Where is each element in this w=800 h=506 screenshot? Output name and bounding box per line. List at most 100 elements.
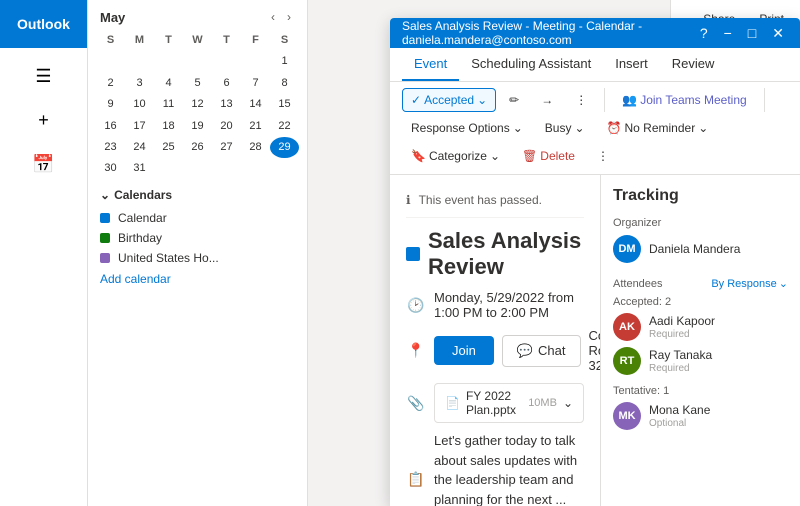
chat-label: Chat bbox=[538, 343, 565, 358]
mini-cal-day-8[interactable]: 8 bbox=[270, 73, 299, 94]
mini-calendar-header-row: S M T W T F S bbox=[96, 30, 299, 51]
chat-button[interactable]: 💬 Chat bbox=[502, 335, 581, 367]
ribbon-divider-2 bbox=[764, 88, 765, 112]
clock-icon: 🕑 bbox=[406, 297, 426, 314]
by-response-btn[interactable]: By Response ⌄ bbox=[711, 277, 788, 290]
mini-cal-day-11[interactable]: 11 bbox=[154, 94, 183, 115]
mini-cal-day-3[interactable]: 3 bbox=[125, 73, 154, 94]
popup-minimize-button[interactable]: − bbox=[720, 23, 736, 43]
mini-cal-day-2[interactable]: 2 bbox=[96, 73, 125, 94]
mini-cal-header-s2: S bbox=[270, 30, 299, 51]
attendee-info-aadi: Aadi Kapoor Required bbox=[649, 314, 715, 339]
mini-cal-day-29[interactable]: 29 bbox=[270, 137, 299, 158]
event-color-indicator bbox=[406, 247, 420, 261]
calendar-item-birthday[interactable]: Birthday bbox=[100, 228, 295, 248]
mini-cal-day-1[interactable]: 1 bbox=[270, 51, 299, 72]
accepted-button[interactable]: ✓ Accepted ⌄ bbox=[402, 88, 496, 112]
mini-calendar-month: May bbox=[100, 10, 125, 25]
attendee-info-ray: Ray Tanaka Required bbox=[649, 348, 712, 373]
chevron-down-icon: ⌄ bbox=[100, 188, 110, 202]
attendee-name-aadi: Aadi Kapoor bbox=[649, 314, 715, 328]
mini-cal-day-30[interactable]: 30 bbox=[96, 158, 125, 179]
attachment-chip[interactable]: 📄 FY 2022 Plan.pptx 10MB ⌄ bbox=[434, 383, 584, 423]
sidebar-nav-calendar[interactable]: 📅 bbox=[12, 144, 76, 184]
mini-calendar-week5: 23 24 25 26 27 28 29 bbox=[96, 137, 299, 158]
tab-review[interactable]: Review bbox=[660, 48, 727, 81]
calendar-item-us-holidays[interactable]: United States Ho... bbox=[100, 248, 295, 268]
mini-cal-day-31[interactable]: 31 bbox=[125, 158, 154, 179]
mini-cal-day-27[interactable]: 27 bbox=[212, 137, 241, 158]
mini-calendar-week2: 2 3 4 5 6 7 8 bbox=[96, 73, 299, 94]
mini-cal-day-4[interactable]: 4 bbox=[154, 73, 183, 94]
tentative-group-title: Tentative: 1 bbox=[613, 385, 788, 397]
attendee-name-mona: Mona Kane bbox=[649, 403, 710, 417]
edit-button[interactable]: ✏ bbox=[500, 88, 528, 112]
join-teams-button[interactable]: 👥 Join Teams Meeting bbox=[613, 88, 755, 112]
more-ribbon-button[interactable]: ⋮ bbox=[588, 144, 618, 168]
attendee-type-ray: Required bbox=[649, 363, 712, 374]
mini-cal-day-17[interactable]: 17 bbox=[125, 116, 154, 137]
tab-scheduling-assistant[interactable]: Scheduling Assistant bbox=[459, 48, 603, 81]
event-title: Sales Analysis Review bbox=[406, 228, 584, 280]
mini-cal-day-24[interactable]: 24 bbox=[125, 137, 154, 158]
event-passed-text: This event has passed. bbox=[419, 193, 542, 207]
categorize-label: Categorize bbox=[429, 149, 487, 163]
mini-cal-day-18[interactable]: 18 bbox=[154, 116, 183, 137]
tab-insert[interactable]: Insert bbox=[603, 48, 660, 81]
cat-dropdown-icon: ⌄ bbox=[490, 149, 500, 163]
mini-cal-day-15[interactable]: 15 bbox=[270, 94, 299, 115]
mini-cal-day-14[interactable]: 14 bbox=[241, 94, 270, 115]
mini-calendar-prev[interactable]: ‹ bbox=[267, 8, 279, 26]
categorize-button[interactable]: 🔖 Categorize ⌄ bbox=[402, 144, 509, 168]
mini-cal-day-23[interactable]: 23 bbox=[96, 137, 125, 158]
delete-button[interactable]: 🗑 Delete bbox=[513, 144, 584, 168]
busy-button[interactable]: Busy ⌄ bbox=[536, 116, 594, 140]
mini-cal-day-5[interactable]: 5 bbox=[183, 73, 212, 94]
sidebar-nav-menu[interactable]: ☰ bbox=[12, 56, 76, 96]
mini-cal-day-9[interactable]: 9 bbox=[96, 94, 125, 115]
add-calendar-link[interactable]: Add calendar bbox=[100, 268, 295, 290]
popup-help-button[interactable]: ? bbox=[696, 23, 712, 43]
teams-icon: 👥 bbox=[622, 93, 637, 107]
popup-maximize-button[interactable]: □ bbox=[744, 23, 760, 43]
more-button[interactable]: ⋮ bbox=[566, 88, 596, 112]
no-reminder-label: No Reminder bbox=[625, 121, 696, 135]
mini-cal-day-19[interactable]: 19 bbox=[183, 116, 212, 137]
attendee-type-mona: Optional bbox=[649, 418, 710, 429]
mini-cal-day-25[interactable]: 25 bbox=[154, 137, 183, 158]
mini-cal-day-12[interactable]: 12 bbox=[183, 94, 212, 115]
mini-cal-day-10[interactable]: 10 bbox=[125, 94, 154, 115]
mini-cal-day-20[interactable]: 20 bbox=[212, 116, 241, 137]
calendar-dot-calendar bbox=[100, 213, 110, 223]
calendar-item-calendar[interactable]: Calendar bbox=[100, 208, 295, 228]
paperclip-icon: 📎 bbox=[406, 395, 426, 412]
delete-icon: 🗑 bbox=[522, 149, 537, 163]
mini-cal-day-7[interactable]: 7 bbox=[241, 73, 270, 94]
mini-calendar-panel: May ‹ › S M T W T F S 1 2 3 4 5 bbox=[88, 0, 308, 506]
mini-calendar-week6: 30 31 bbox=[96, 158, 299, 179]
mini-calendar-grid: S M T W T F S 1 2 3 4 5 6 7 8 9 bbox=[88, 30, 307, 180]
mini-cal-header-m: M bbox=[125, 30, 154, 51]
mini-cal-day-22[interactable]: 22 bbox=[270, 116, 299, 137]
join-teams-label: Join Teams Meeting bbox=[640, 93, 747, 107]
response-options-button[interactable]: Response Options ⌄ bbox=[402, 116, 532, 140]
mini-cal-day-16[interactable]: 16 bbox=[96, 116, 125, 137]
tab-event[interactable]: Event bbox=[402, 48, 459, 81]
mini-cal-day-6[interactable]: 6 bbox=[212, 73, 241, 94]
mini-cal-day-28[interactable]: 28 bbox=[241, 137, 270, 158]
busy-label: Busy bbox=[545, 121, 572, 135]
mini-cal-day-21[interactable]: 21 bbox=[241, 116, 270, 137]
mini-cal-day-26[interactable]: 26 bbox=[183, 137, 212, 158]
mini-calendar-next[interactable]: › bbox=[283, 8, 295, 26]
join-button[interactable]: Join bbox=[434, 336, 494, 365]
no-reminder-button[interactable]: ⏰ No Reminder ⌄ bbox=[598, 116, 718, 140]
forward-button[interactable]: → bbox=[532, 88, 562, 112]
calendars-section-title[interactable]: ⌄ Calendars bbox=[100, 188, 295, 202]
attendees-label: Attendees bbox=[613, 278, 663, 290]
location-icon: 📍 bbox=[406, 342, 426, 359]
popup-close-button[interactable]: ✕ bbox=[768, 23, 788, 44]
sidebar-nav-new[interactable]: + bbox=[12, 100, 76, 140]
mini-cal-header-s1: S bbox=[96, 30, 125, 51]
dropdown-icon2: ⌄ bbox=[513, 121, 523, 135]
mini-cal-day-13[interactable]: 13 bbox=[212, 94, 241, 115]
